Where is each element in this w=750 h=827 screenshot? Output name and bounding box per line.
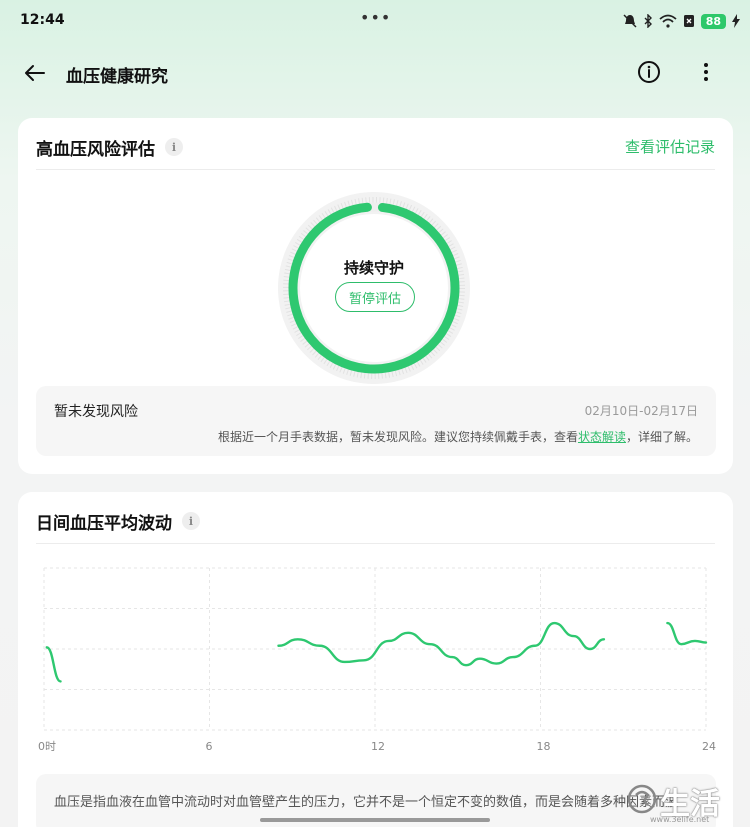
series-line-segment [45, 646, 62, 683]
result-panel: 暂未发现风险 02月10日-02月17日 根据近一个月手表数据，暂未发现风险。建… [36, 386, 716, 456]
app-bar: 血压健康研究 [0, 50, 750, 96]
watermark-logo-icon [627, 784, 657, 814]
fluctuation-card-divider [36, 543, 715, 544]
back-button[interactable] [20, 58, 50, 88]
result-desc-prefix: 根据近一个月手表数据，暂未发现风险。建议您持续佩戴手表，查看 [217, 430, 578, 444]
x-tick-label: 6 [206, 740, 213, 753]
watermark-url: www.3elife.net [650, 815, 710, 824]
x-tick-label: 18 [537, 740, 551, 753]
wifi-icon [659, 14, 677, 28]
page-title: 血压健康研究 [66, 67, 168, 87]
watermark: 生活 www.3elife.net [620, 775, 750, 827]
battery-level: 88 [700, 13, 726, 29]
risk-card-title: 高血压风险评估 [36, 139, 155, 160]
risk-card-header: 高血压风险评估 i [36, 134, 183, 160]
back-arrow-icon [25, 65, 45, 81]
result-date-range: 02月10日-02月17日 [584, 404, 698, 418]
view-records-link[interactable]: 查看评估记录 [625, 136, 715, 157]
sim-off-icon [683, 15, 694, 27]
series-line-segment [277, 621, 606, 667]
risk-assessment-card: 高血压风险评估 i 查看评估记录 持续守护 暂停评估 暂未发现风险 02月10日… [18, 118, 733, 474]
result-desc-suffix: ，详细了解。 [625, 430, 698, 444]
pause-assessment-button[interactable]: 暂停评估 [335, 282, 415, 312]
x-tick-label: 0时 [38, 740, 56, 753]
fluctuation-chart: 0时 6 12 18 24 [38, 567, 716, 753]
info-button[interactable] [636, 59, 662, 85]
status-dots: ••• [360, 8, 392, 27]
more-options-button[interactable] [696, 59, 716, 85]
fluctuation-card-title: 日间血压平均波动 [36, 513, 172, 534]
result-title: 暂未发现风险 [54, 404, 138, 420]
guard-ring: 持续守护 暂停评估 [274, 188, 474, 388]
mute-icon [623, 14, 637, 28]
description-text: 血压是指血液在血管中流动时对血管壁产生的压力，它并不是一个恒定不变的数值，而是会… [54, 795, 679, 810]
fluctuation-card-header: 日间血压平均波动 i [36, 508, 200, 534]
charging-icon [732, 14, 740, 28]
status-bar: 12:44 ••• 88 [0, 0, 750, 42]
series-line-segment [666, 621, 708, 646]
info-circle-icon [638, 61, 660, 83]
fluctuation-info-icon[interactable]: i [182, 512, 200, 530]
status-interpretation-link[interactable]: 状态解读 [578, 430, 626, 444]
x-tick-label: 12 [371, 740, 385, 753]
risk-card-divider [36, 169, 715, 170]
more-vertical-icon [704, 63, 708, 81]
risk-info-icon[interactable]: i [165, 138, 183, 156]
ring-status-text: 持续守护 [343, 259, 404, 277]
status-icons: 88 [623, 12, 740, 30]
result-description: 根据近一个月手表数据，暂未发现风险。建议您持续佩戴手表，查看状态解读，详细了解。 [218, 428, 698, 445]
status-time: 12:44 [20, 12, 65, 28]
home-indicator[interactable] [260, 818, 490, 822]
x-tick-label: 24 [702, 740, 716, 753]
bluetooth-icon [644, 14, 652, 28]
